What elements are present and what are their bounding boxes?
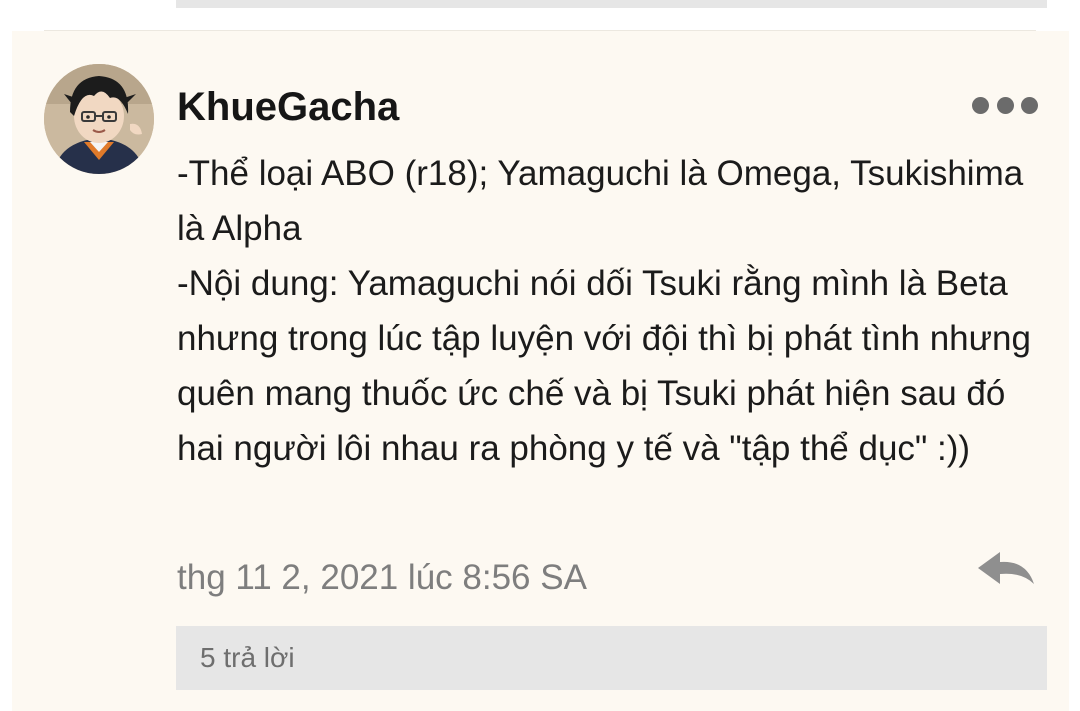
previous-replies-bar[interactable] — [176, 0, 1047, 8]
comment-body: -Thể loại ABO (r18); Yamaguchi là Omega,… — [177, 146, 1037, 476]
comment-timestamp: thg 11 2, 2021 lúc 8:56 SA — [177, 558, 587, 597]
view-replies-button[interactable]: 5 trả lời — [176, 626, 1047, 690]
more-options-icon-dot — [996, 96, 1014, 114]
comment-body-line: -Thể loại ABO (r18); Yamaguchi là Omega,… — [177, 154, 1024, 248]
comment-username[interactable]: KhueGacha — [177, 84, 399, 130]
avatar-image — [44, 64, 154, 174]
reply-arrow-icon — [978, 552, 1034, 584]
comment-body-line: -Nội dung: Yamaguchi nói dối Tsuki rằng … — [177, 264, 1031, 468]
more-options-icon-dot — [1021, 96, 1038, 114]
avatar[interactable] — [44, 64, 154, 174]
more-options-icon — [972, 96, 989, 114]
more-options-button[interactable] — [972, 92, 1038, 118]
replies-count-label: 5 trả lời — [200, 642, 295, 673]
reply-button[interactable] — [974, 550, 1038, 590]
